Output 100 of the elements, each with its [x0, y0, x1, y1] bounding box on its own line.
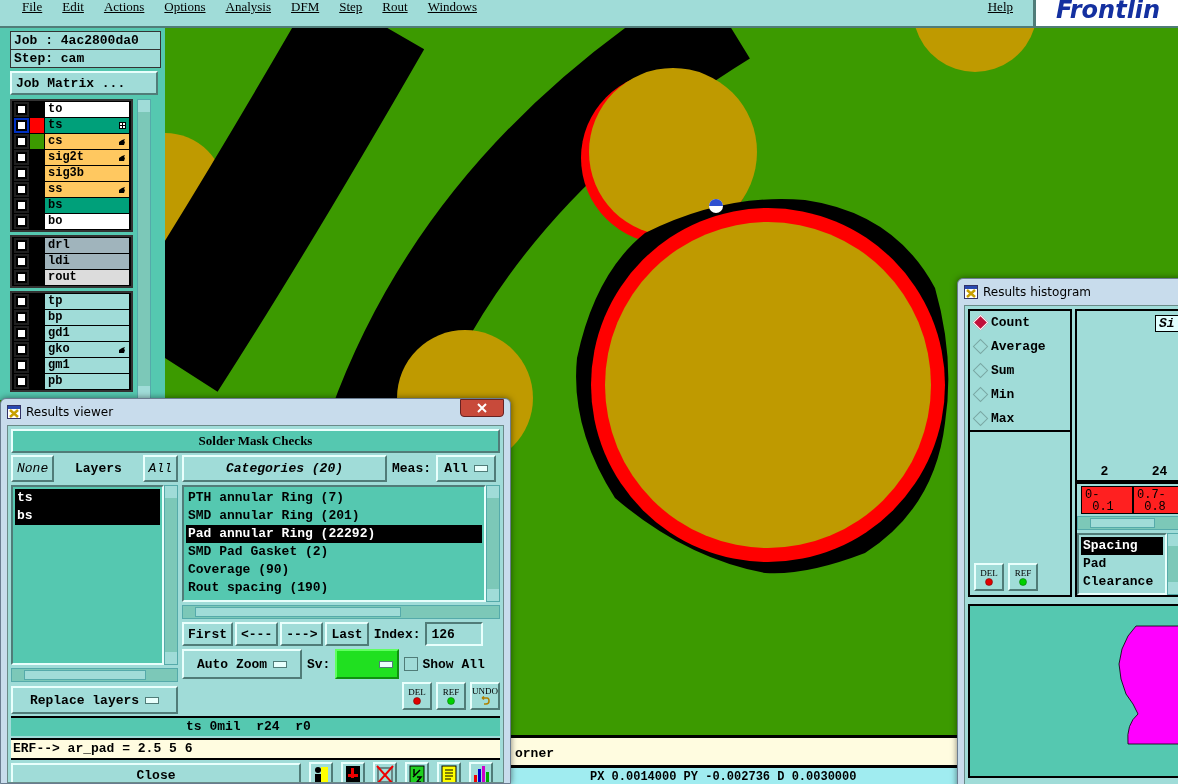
vertical-scrollbar[interactable] — [137, 99, 151, 399]
layer-name[interactable]: tp — [45, 294, 129, 309]
replace-layers-dropdown[interactable]: Replace layers — [11, 686, 178, 714]
auto-zoom-dropdown[interactable]: Auto Zoom — [182, 649, 302, 679]
layer-name[interactable]: sig2t — [45, 150, 129, 165]
window-title: Results histogram — [983, 285, 1091, 299]
layer-name[interactable]: ts — [45, 118, 129, 133]
close-icon — [477, 403, 487, 413]
job-matrix-button[interactable]: Job Matrix ... — [10, 71, 158, 95]
refresh-dot-icon — [1019, 577, 1027, 586]
horizontal-scrollbar[interactable] — [11, 668, 178, 682]
layer-name[interactable]: drl — [45, 238, 129, 253]
show-all-checkbox[interactable] — [404, 657, 419, 671]
hand-icon — [118, 345, 126, 354]
categories-button[interactable]: Categories (20) — [182, 455, 387, 482]
radio-option[interactable]: Count — [972, 315, 1068, 330]
layers-label: Layers — [74, 460, 123, 478]
menu-item[interactable]: Options — [164, 0, 206, 15]
menu-item[interactable]: DFM — [291, 0, 320, 15]
menu-item[interactable]: Edit — [62, 0, 84, 15]
menu-item[interactable]: Step — [339, 0, 363, 15]
refresh-dot-icon — [447, 696, 455, 705]
vertical-scrollbar[interactable] — [164, 485, 178, 665]
marker-icon — [709, 199, 723, 213]
radio-option[interactable]: Average — [972, 339, 1068, 354]
fraction-icon[interactable] — [409, 765, 425, 782]
layer-name[interactable]: rout — [45, 270, 129, 285]
menu-item[interactable]: Rout — [382, 0, 408, 15]
histogram-bin[interactable]: 0- 0.1 — [1081, 486, 1133, 514]
window-title: Results viewer — [26, 405, 114, 419]
delete-button[interactable]: DEL — [402, 682, 432, 710]
category-list-item[interactable]: Coverage (90) — [186, 561, 482, 579]
flag-icon[interactable] — [345, 765, 361, 782]
histogram-bin[interactable]: 0.7- 0.8 — [1133, 486, 1178, 514]
help-menu[interactable]: Help — [987, 0, 1013, 15]
menu-item[interactable]: Actions — [103, 0, 145, 15]
layer-name[interactable]: gko — [45, 342, 129, 357]
layer-name[interactable]: sig3b — [45, 166, 129, 181]
refresh-button[interactable]: REF — [1008, 563, 1038, 591]
category-list-item[interactable]: Pad annular Ring (22292) — [186, 525, 482, 543]
nav-button[interactable]: <--- — [235, 622, 279, 646]
panel-header: Solder Mask Checks — [11, 429, 500, 453]
index-field[interactable]: 126 — [425, 622, 484, 646]
menu-item[interactable]: File — [22, 0, 43, 15]
refresh-button[interactable]: REF — [436, 682, 466, 710]
nav-button[interactable]: ---> — [280, 622, 324, 646]
menu-item[interactable]: Analysis — [225, 0, 272, 15]
menu-item[interactable]: Windows — [427, 0, 477, 15]
layer-name[interactable]: bp — [45, 310, 129, 325]
radio-option[interactable]: Sum — [972, 363, 1068, 378]
layer-name[interactable]: gd1 — [45, 326, 129, 341]
sv-label: Sv: — [306, 655, 332, 674]
logo: Frontlin — [1033, 0, 1178, 26]
index-label: Index: — [372, 625, 422, 644]
horizontal-scrollbar[interactable] — [182, 605, 500, 619]
delete-button[interactable]: DEL — [974, 563, 1004, 591]
category-list-item[interactable]: SMD annular Ring (201) — [186, 507, 482, 525]
grid-icon — [119, 122, 126, 129]
radio-option[interactable]: Min — [972, 387, 1068, 402]
measure-list-item[interactable]: Clearance — [1081, 573, 1163, 591]
measure-list-item[interactable]: Pad — [1081, 555, 1163, 573]
bar-chart-icon[interactable] — [472, 765, 490, 782]
severity-dropdown[interactable] — [335, 649, 400, 679]
undo-arrow-icon — [480, 696, 490, 705]
meas-label: Meas: — [391, 460, 432, 478]
crossed-out-icon[interactable] — [376, 765, 394, 782]
layer-list-item[interactable]: ts — [15, 489, 160, 507]
layer-name[interactable]: pb — [45, 374, 129, 389]
layer-name[interactable]: gm1 — [45, 358, 129, 373]
none-button[interactable]: None — [11, 455, 55, 482]
measure-list-item[interactable]: Spacing — [1081, 537, 1163, 555]
meas-dropdown[interactable]: All — [436, 455, 496, 482]
layer-name[interactable]: bo — [45, 214, 129, 229]
layer-name[interactable]: to — [45, 102, 129, 117]
layer-name[interactable]: ldi — [45, 254, 129, 269]
category-list-item[interactable]: Rout spacing (190) — [186, 579, 482, 597]
layer-name[interactable]: bs — [45, 198, 129, 213]
close-dialog-button[interactable]: Close — [11, 763, 301, 782]
bin-count: 2 — [1099, 464, 1110, 479]
delete-dot-icon — [985, 577, 993, 586]
undo-button[interactable]: UNDO — [470, 682, 500, 710]
layer-list-item[interactable]: bs — [15, 507, 160, 525]
job-name: Job : 4ac2800da0 — [10, 31, 161, 50]
radio-option[interactable]: Max — [972, 411, 1068, 426]
notes-icon[interactable] — [441, 765, 457, 782]
size-button[interactable]: Si — [1155, 315, 1178, 332]
layer-name[interactable]: cs — [45, 134, 129, 149]
category-list-item[interactable]: PTH annular Ring (7) — [186, 489, 482, 507]
window-icon — [964, 285, 978, 299]
layer-name[interactable]: ss — [45, 182, 129, 197]
all-button[interactable]: All — [142, 455, 178, 482]
step-name: Step: cam — [10, 50, 161, 68]
nav-button[interactable]: Last — [325, 622, 369, 646]
person-icon[interactable] — [313, 765, 329, 782]
vertical-scrollbar[interactable] — [486, 485, 500, 602]
category-list-item[interactable]: SMD Pad Gasket (2) — [186, 543, 482, 561]
vertical-scrollbar[interactable] — [1167, 533, 1178, 595]
nav-button[interactable]: First — [182, 622, 233, 646]
close-button[interactable] — [460, 399, 504, 417]
delete-dot-icon — [413, 696, 421, 705]
